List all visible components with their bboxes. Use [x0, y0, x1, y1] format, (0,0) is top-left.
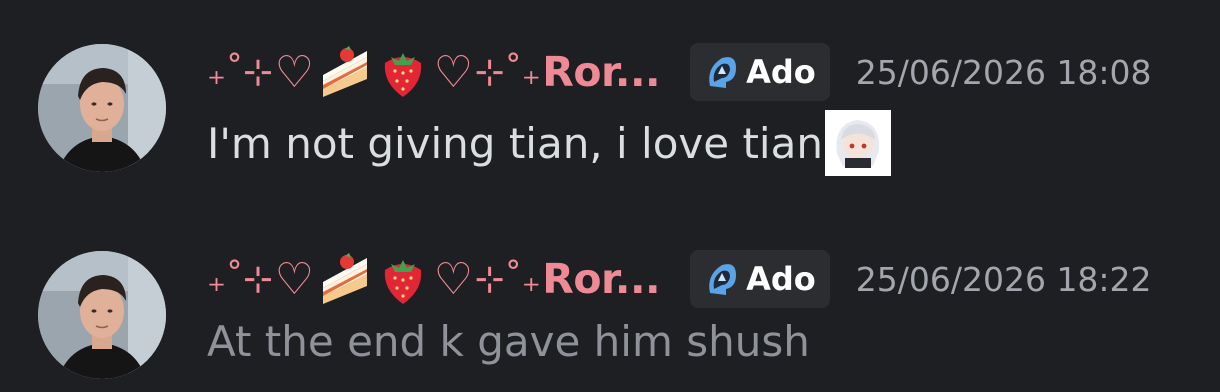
heart-icon: ♡ — [433, 46, 473, 98]
role-tag-label: Ado — [746, 260, 816, 298]
avatar-image — [38, 44, 166, 172]
role-tag[interactable]: Ado — [690, 43, 830, 101]
username-text: Ror... — [542, 255, 661, 303]
ado-role-icon — [709, 57, 737, 88]
chat-message-list: ₊˚⊹ ♡ ♡ ⊹˚₊ Ror... Ado 25/06/2026 18:08 … — [0, 0, 1220, 392]
message-text: I'm not giving tian, i love tian — [207, 118, 823, 168]
username[interactable]: ₊˚⊹ ♡ ♡ ⊹˚₊ Ror... — [207, 45, 661, 99]
strawberry-emoji-icon — [384, 260, 421, 304]
username[interactable]: ₊˚⊹ ♡ ♡ ⊹˚₊ Ror... — [207, 252, 661, 306]
message-content: I'm not giving tian, i love tian — [207, 110, 891, 176]
username-text: Ror... — [542, 48, 661, 96]
username-decoration: ₊˚⊹ — [207, 51, 273, 93]
chat-message: ₊˚⊹ ♡ — [0, 40, 1220, 200]
heart-icon: ♡ — [274, 46, 314, 98]
heart-icon: ♡ — [274, 253, 314, 305]
cake-emoji-icon — [322, 46, 367, 97]
username-decoration: ₊˚⊹ — [207, 258, 273, 300]
role-tag[interactable]: Ado — [690, 250, 830, 308]
chat-message: ₊˚⊹ ♡ — [0, 247, 1220, 392]
avatar[interactable] — [38, 44, 166, 172]
timestamp[interactable]: 25/06/2026 18:22 — [856, 260, 1152, 299]
message-text: At the end k gave him shush — [207, 317, 810, 366]
heart-icon: ♡ — [433, 253, 473, 305]
message-header: ₊˚⊹ ♡ — [207, 247, 1152, 311]
sticker-emoji-icon[interactable] — [824, 110, 891, 176]
strawberry-emoji-icon — [384, 53, 421, 97]
username-decoration: ⊹˚₊ — [474, 258, 541, 300]
cake-emoji-icon — [322, 253, 367, 304]
avatar-image — [38, 251, 166, 379]
role-tag-label: Ado — [746, 53, 816, 91]
message-header: ₊˚⊹ ♡ — [207, 40, 1152, 104]
ado-role-icon — [709, 264, 737, 295]
avatar[interactable] — [38, 251, 166, 379]
message-content: At the end k gave him shush — [207, 317, 810, 366]
timestamp[interactable]: 25/06/2026 18:08 — [856, 53, 1152, 92]
username-decoration: ⊹˚₊ — [474, 51, 541, 93]
